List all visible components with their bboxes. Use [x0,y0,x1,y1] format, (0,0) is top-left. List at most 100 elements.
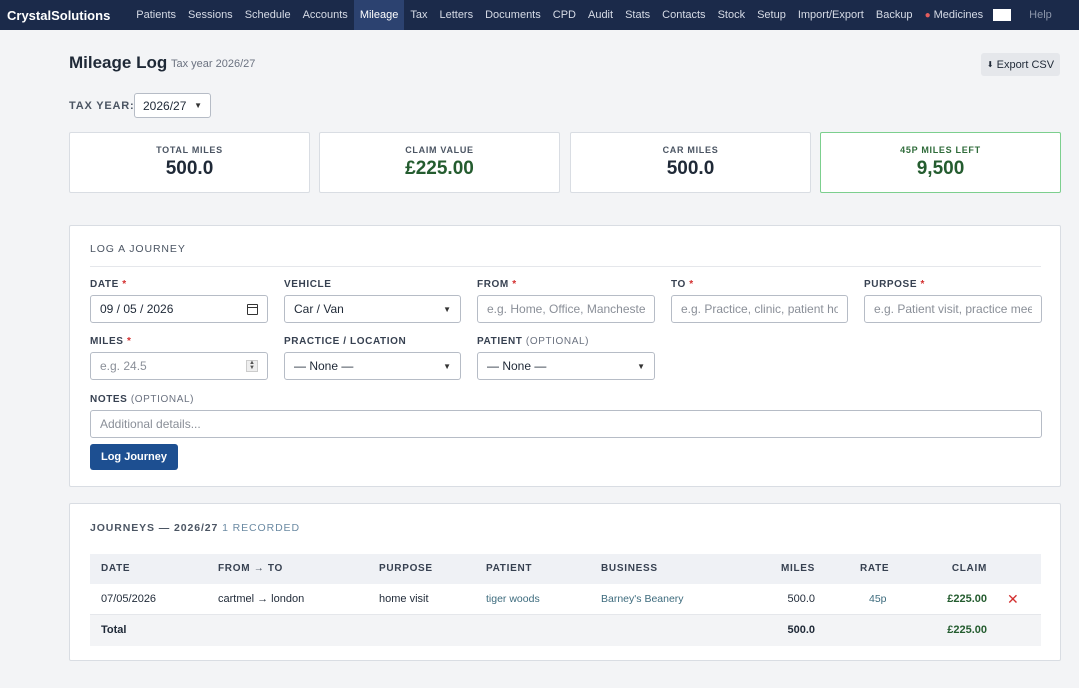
stat-label: TOTAL MILES [156,145,223,155]
nav-import-export[interactable]: Import/Export [792,0,870,30]
notes-label: NOTES (OPTIONAL) [90,394,195,405]
stat-claim-value: CLAIM VALUE £225.00 [319,132,560,193]
nav-documents[interactable]: Documents [479,0,547,30]
col-date: DATE [101,563,131,574]
date-label: DATE * [90,279,127,290]
row-business-link[interactable]: Barney's Beanery [601,584,684,614]
purpose-label: PURPOSE * [864,279,925,290]
col-miles: MILES [780,563,815,574]
download-icon: ⬇ [986,60,994,69]
vehicle-value: Car / Van [294,302,344,316]
row-route: cartmel → london [218,593,305,605]
patient-select[interactable]: — None — ▼ [477,352,655,380]
from-input[interactable]: e.g. Home, Office, Manchester [477,295,655,323]
chevron-down-icon: ▼ [637,361,645,371]
notes-input[interactable]: Additional details... [90,410,1042,438]
vehicle-label: VEHICLE [284,279,332,290]
chevron-down-icon: ▼ [443,361,451,371]
tax-year-select[interactable]: 2026/27 ▼ [134,93,211,118]
nav-sessions[interactable]: Sessions [182,0,239,30]
stat-45p-miles-left: 45P MILES LEFT 9,500 [820,132,1061,193]
purpose-placeholder: e.g. Patient visit, practice meeting [874,302,1032,316]
nav-cpd[interactable]: CPD [547,0,582,30]
toggle-box[interactable] [993,9,1012,21]
nav-stats[interactable]: Stats [619,0,656,30]
nav-schedule[interactable]: Schedule [239,0,297,30]
nav-tax[interactable]: Tax [404,0,433,30]
practice-value: — None — [294,359,354,373]
nav-stock[interactable]: Stock [712,0,752,30]
calendar-icon[interactable] [247,303,258,315]
total-row: Total 500.0 £225.00 [90,615,1041,646]
from-label: FROM * [477,279,517,290]
stat-label: 45P MILES LEFT [900,145,981,155]
to-placeholder: e.g. Practice, clinic, patient home [681,302,838,316]
total-miles: 500.0 [787,624,815,636]
brand-logo[interactable]: CrystalSolutions [0,8,130,23]
patient-label: PATIENT (OPTIONAL) [477,336,590,347]
row-purpose: home visit [379,593,429,605]
nav-audit[interactable]: Audit [582,0,619,30]
export-csv-button[interactable]: ⬇ Export CSV [981,53,1060,76]
journeys-count: 1 RECORDED [222,522,300,534]
nav-mileage[interactable]: Mileage [353,0,405,30]
pill-icon: ● [924,10,931,21]
nav-help[interactable]: Help [1021,9,1060,21]
stat-label: CAR MILES [662,145,719,155]
miles-input[interactable]: e.g. 24.5 ▲ ▼ [90,352,268,380]
row-rate: 45p [869,593,887,605]
stat-car-miles: CAR MILES 500.0 [570,132,811,193]
log-journey-title: LOG A JOURNEY [90,243,186,255]
nav-patients[interactable]: Patients [130,0,182,30]
tax-year-label: TAX YEAR: [69,100,135,112]
export-csv-label: Export CSV [996,58,1055,71]
col-claim: CLAIM [951,563,987,574]
stepper-icon[interactable]: ▲ ▼ [246,360,258,372]
total-claim: £225.00 [947,624,987,636]
practice-label: PRACTICE / LOCATION [284,336,407,347]
nav-accounts[interactable]: Accounts [297,0,354,30]
divider [90,266,1041,267]
tax-year-value: 2026/27 [143,98,187,113]
chevron-down-icon: ▼ [194,101,202,110]
stat-value: 500.0 [165,158,214,179]
nav-setup[interactable]: Setup [751,0,792,30]
row-claim: £225.00 [947,593,987,605]
vehicle-select[interactable]: Car / Van ▼ [284,295,461,323]
patient-value: — None — [487,359,547,373]
stat-value: 9,500 [916,158,965,179]
to-input[interactable]: e.g. Practice, clinic, patient home [671,295,848,323]
log-journey-button[interactable]: Log Journey [90,444,178,470]
total-label: Total [101,624,127,636]
row-date: 07/05/2026 [101,593,157,605]
col-patient: PATIENT [486,563,533,574]
nav-medicines[interactable]: ● Medicines [919,0,990,30]
table-header: DATE FROM → TO PURPOSE PATIENT BUSINESS … [90,554,1041,584]
log-journey-panel: LOG A JOURNEY DATE * 09 / 05 / 2026 VEHI… [69,225,1061,487]
page-subtitle: Tax year 2026/27 [171,58,256,70]
nav-medicines-label: Medicines [933,9,984,21]
journeys-panel: JOURNEYS — 2026/27 1 RECORDED DATE FROM … [69,503,1061,661]
nav-letters[interactable]: Letters [433,0,479,30]
nav-backup[interactable]: Backup [870,0,919,30]
miles-label: MILES * [90,336,132,347]
to-label: TO * [671,279,694,290]
table-row: 07/05/2026 cartmel → london home visit t… [90,584,1041,615]
row-patient-link[interactable]: tiger woods [486,584,540,614]
miles-placeholder: e.g. 24.5 [100,359,147,373]
col-route: FROM → TO [218,563,284,574]
journeys-title: JOURNEYS — 2026/27 1 RECORDED [90,522,300,534]
nav-contacts[interactable]: Contacts [656,0,711,30]
col-purpose: PURPOSE [379,563,433,574]
date-field[interactable]: 09 / 05 / 2026 [90,295,268,323]
col-rate: RATE [860,563,890,574]
from-placeholder: e.g. Home, Office, Manchester [487,302,645,316]
chevron-down-icon: ▼ [443,304,451,314]
page-title: Mileage Log [69,53,168,72]
purpose-input[interactable]: e.g. Patient visit, practice meeting [864,295,1042,323]
delete-icon[interactable]: ✕ [1007,584,1019,614]
stat-total-miles: TOTAL MILES 500.0 [69,132,310,193]
notes-placeholder: Additional details... [100,417,201,431]
row-miles: 500.0 [787,593,815,605]
practice-select[interactable]: — None — ▼ [284,352,461,380]
